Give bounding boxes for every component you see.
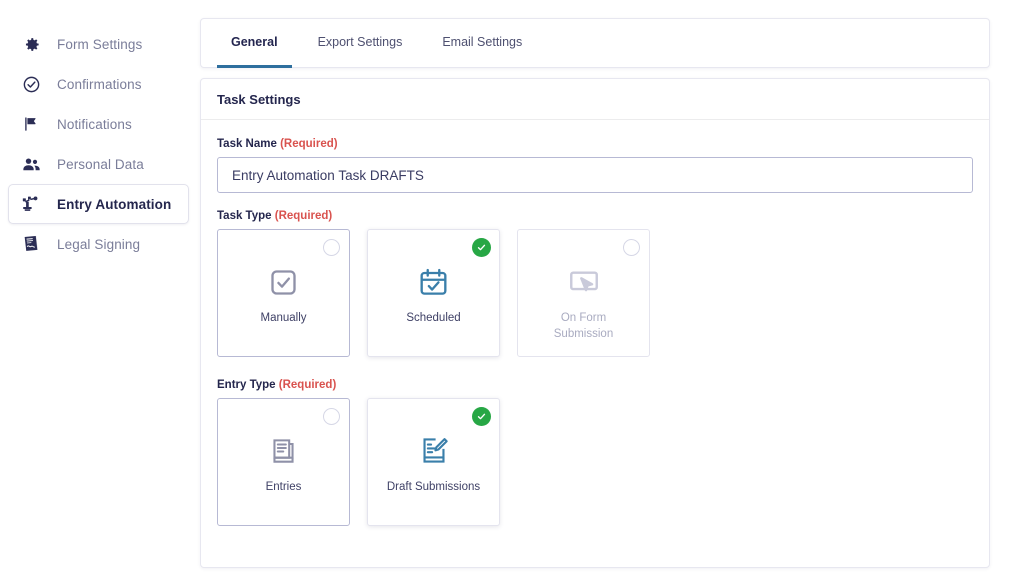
panel-header: Task Settings (201, 79, 989, 120)
sidebar-item-notifications[interactable]: Notifications (8, 104, 189, 144)
radio-unselected-icon (623, 239, 640, 256)
checkbox-square-icon (267, 262, 300, 302)
page-title: Task Settings (217, 92, 301, 107)
task-type-label-text: Task Type (217, 210, 272, 222)
task-type-option-label: Manually (260, 311, 306, 327)
sidebar-item-label: Personal Data (57, 157, 144, 172)
task-type-option-scheduled[interactable]: Scheduled (367, 229, 500, 357)
sidebar-item-label: Notifications (57, 117, 132, 132)
entry-type-label-text: Entry Type (217, 379, 276, 391)
task-type-option-label: On Form Submission (534, 311, 634, 342)
tab-label: Export Settings (318, 35, 403, 49)
sidebar-item-label: Entry Automation (57, 197, 171, 212)
cursor-screen-icon (567, 262, 601, 302)
signed-document-icon (19, 232, 43, 256)
task-type-option-manually[interactable]: Manually (217, 229, 350, 357)
tab-email-settings[interactable]: Email Settings (428, 19, 536, 68)
calendar-check-icon (417, 262, 450, 302)
sidebar-item-confirmations[interactable]: Confirmations (8, 64, 189, 104)
sidebar-item-label: Legal Signing (57, 237, 140, 252)
sidebar-item-legal-signing[interactable]: Legal Signing (8, 224, 189, 264)
task-type-option-label: Scheduled (406, 311, 460, 327)
tab-label: General (231, 35, 278, 49)
entry-type-option-entries[interactable]: Entries (217, 398, 350, 526)
gear-icon (19, 32, 43, 56)
task-type-label: Task Type (Required) (217, 210, 973, 222)
radio-unselected-icon[interactable] (323, 408, 340, 425)
sidebar-item-label: Form Settings (57, 37, 142, 52)
task-type-option-on-form-submission: On Form Submission (517, 229, 650, 357)
sidebar-item-form-settings[interactable]: Form Settings (8, 24, 189, 64)
tab-general[interactable]: General (217, 19, 292, 68)
task-settings-panel: Task Settings Task Name (Required) Task … (200, 78, 990, 568)
tab-bar: General Export Settings Email Settings (200, 18, 990, 68)
tab-export-settings[interactable]: Export Settings (304, 19, 417, 68)
task-name-label-text: Task Name (217, 138, 277, 150)
sidebar-item-personal-data[interactable]: Personal Data (8, 144, 189, 184)
document-pencil-icon (418, 431, 450, 471)
flag-icon (19, 112, 43, 136)
selected-check-badge-icon[interactable] (472, 407, 491, 426)
sidebar-item-entry-automation[interactable]: Entry Automation (8, 184, 189, 224)
sidebar: Form Settings Confirmations Notification… (0, 0, 197, 583)
entry-type-option-draft-submissions[interactable]: Draft Submissions (367, 398, 500, 526)
main-content: General Export Settings Email Settings T… (197, 0, 1024, 583)
robot-arm-icon (19, 192, 43, 216)
tab-label: Email Settings (442, 35, 522, 49)
entry-type-option-label: Draft Submissions (387, 480, 480, 496)
task-name-input[interactable] (217, 157, 973, 193)
panel-body: Task Name (Required) Task Type (Required… (201, 120, 989, 526)
entry-type-options: Entries (217, 398, 973, 526)
radio-unselected-icon[interactable] (323, 239, 340, 256)
task-type-options: Manually (217, 229, 973, 357)
sidebar-item-label: Confirmations (57, 77, 142, 92)
document-lines-icon (268, 431, 299, 471)
selected-check-badge-icon[interactable] (472, 238, 491, 257)
task-name-required-marker: (Required) (280, 138, 338, 150)
entry-type-required-marker: (Required) (279, 379, 337, 391)
people-icon (19, 152, 43, 176)
task-name-label: Task Name (Required) (217, 138, 973, 150)
entry-type-label: Entry Type (Required) (217, 379, 973, 391)
entry-type-option-label: Entries (266, 480, 302, 496)
task-type-required-marker: (Required) (275, 210, 333, 222)
app-root: Form Settings Confirmations Notification… (0, 0, 1024, 583)
check-circle-icon (19, 72, 43, 96)
